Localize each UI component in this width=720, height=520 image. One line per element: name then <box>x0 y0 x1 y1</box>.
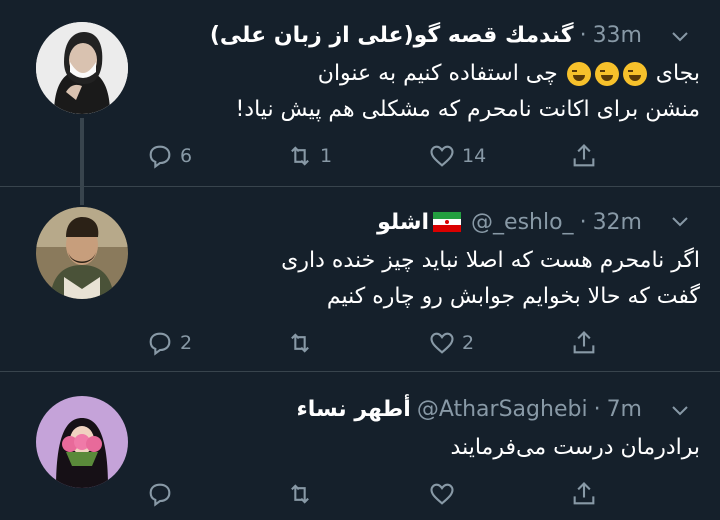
like-button[interactable]: 14 <box>428 140 486 172</box>
reply-button[interactable] <box>146 478 174 510</box>
tweet-header: گندمك قصه گو(على از زبان على) · 33m <box>210 18 642 52</box>
share-icon <box>573 144 595 167</box>
like-button[interactable] <box>428 478 456 510</box>
retweet-icon <box>291 333 309 353</box>
like-count: 2 <box>462 332 475 354</box>
reply-count: 2 <box>180 332 193 354</box>
separator-dot: · <box>579 22 587 48</box>
face-with-tears-of-joy-icon <box>566 62 591 86</box>
chevron-down-icon[interactable] <box>670 211 690 231</box>
retweet-button[interactable] <box>286 478 314 510</box>
heart-icon <box>430 483 454 505</box>
reply-icon <box>149 332 171 356</box>
heart-icon <box>430 332 454 354</box>
share-button[interactable] <box>570 327 598 359</box>
share-button[interactable] <box>570 140 598 172</box>
reply-count: 6 <box>180 145 193 167</box>
like-count: 14 <box>462 145 487 167</box>
retweet-count: 1 <box>320 145 333 167</box>
tweet-text: بجای چی استفاده کنیم به عنوان منشن برای … <box>170 56 700 128</box>
iran-flag-icon <box>433 212 462 232</box>
reply-icon <box>149 483 171 507</box>
heart-icon <box>430 145 454 167</box>
reply-icon <box>149 145 171 169</box>
display-name[interactable]: گندمك قصه گو(على از زبان على) <box>210 23 574 48</box>
avatar-image <box>36 22 128 114</box>
retweet-icon <box>291 484 309 504</box>
avatar-image <box>36 396 128 488</box>
tweet-text: اگر نامحرم هست که اصلا نباید چیز خنده دا… <box>170 243 700 315</box>
separator-dot: · <box>593 396 601 422</box>
thread-line <box>80 118 84 186</box>
chevron-down-icon[interactable] <box>670 26 690 46</box>
avatar[interactable] <box>36 396 128 488</box>
tweet-actions <box>146 478 616 510</box>
tweet-text-line: بجای چی استفاده کنیم به عنوان <box>170 56 700 92</box>
tweet-text-fragment: چی استفاده کنیم به عنوان <box>317 61 558 86</box>
tweet-1[interactable]: گندمك قصه گو(على از زبان على) · 33m بجای… <box>0 0 720 186</box>
tweet-text-fragment: بجای <box>655 61 700 86</box>
tweet-actions: 2 2 <box>146 327 616 359</box>
like-button[interactable]: 2 <box>428 327 474 359</box>
separator-dot: · <box>579 209 587 235</box>
tweet-text-line: منشن برای اکانت نامحرم که مشکلی هم پیش ن… <box>235 97 700 122</box>
tweet-header: اشلو @_eshlo_ · 32m <box>377 205 642 239</box>
avatar[interactable] <box>36 22 128 114</box>
chevron-down-icon[interactable] <box>670 400 690 420</box>
thread-line <box>80 187 84 205</box>
tweet-text-line: اگر نامحرم هست که اصلا نباید چیز خنده دا… <box>281 248 700 273</box>
user-handle[interactable]: @AtharSaghebi <box>417 397 588 422</box>
display-name[interactable]: أطهر نساء <box>297 397 411 422</box>
face-with-tears-of-joy-icon <box>622 62 647 86</box>
reply-button[interactable]: 6 <box>146 140 192 172</box>
tweet-text-line: برادرمان درست می‌فرمایند <box>450 435 700 460</box>
timestamp[interactable]: 7m <box>607 397 642 422</box>
retweet-button[interactable]: 1 <box>286 140 332 172</box>
retweet-button[interactable] <box>286 327 314 359</box>
user-handle[interactable]: @_eshlo_ <box>471 210 574 235</box>
tweet-actions: 6 1 14 <box>146 140 616 172</box>
tweet-header: أطهر نساء @AtharSaghebi · 7m <box>297 392 642 426</box>
tweet-text: برادرمان درست می‌فرمایند <box>170 430 700 466</box>
timestamp[interactable]: 32m <box>593 210 642 235</box>
tweet-2[interactable]: اشلو @_eshlo_ · 32m اگر نامحرم هست که اص… <box>0 187 720 371</box>
reply-button[interactable]: 2 <box>146 327 192 359</box>
avatar-image <box>36 207 128 299</box>
share-icon <box>573 482 595 505</box>
share-icon <box>573 331 595 354</box>
avatar[interactable] <box>36 207 128 299</box>
retweet-icon <box>291 146 309 166</box>
face-with-tears-of-joy-icon <box>594 62 619 86</box>
tweet-text-line: گفت که حالا بخوایم جوابش رو چاره کنیم <box>326 284 700 309</box>
timestamp[interactable]: 33m <box>593 23 642 48</box>
share-button[interactable] <box>570 478 598 510</box>
display-name[interactable]: اشلو <box>377 210 429 235</box>
tweet-3[interactable]: أطهر نساء @AtharSaghebi · 7m برادرمان در… <box>0 372 720 520</box>
